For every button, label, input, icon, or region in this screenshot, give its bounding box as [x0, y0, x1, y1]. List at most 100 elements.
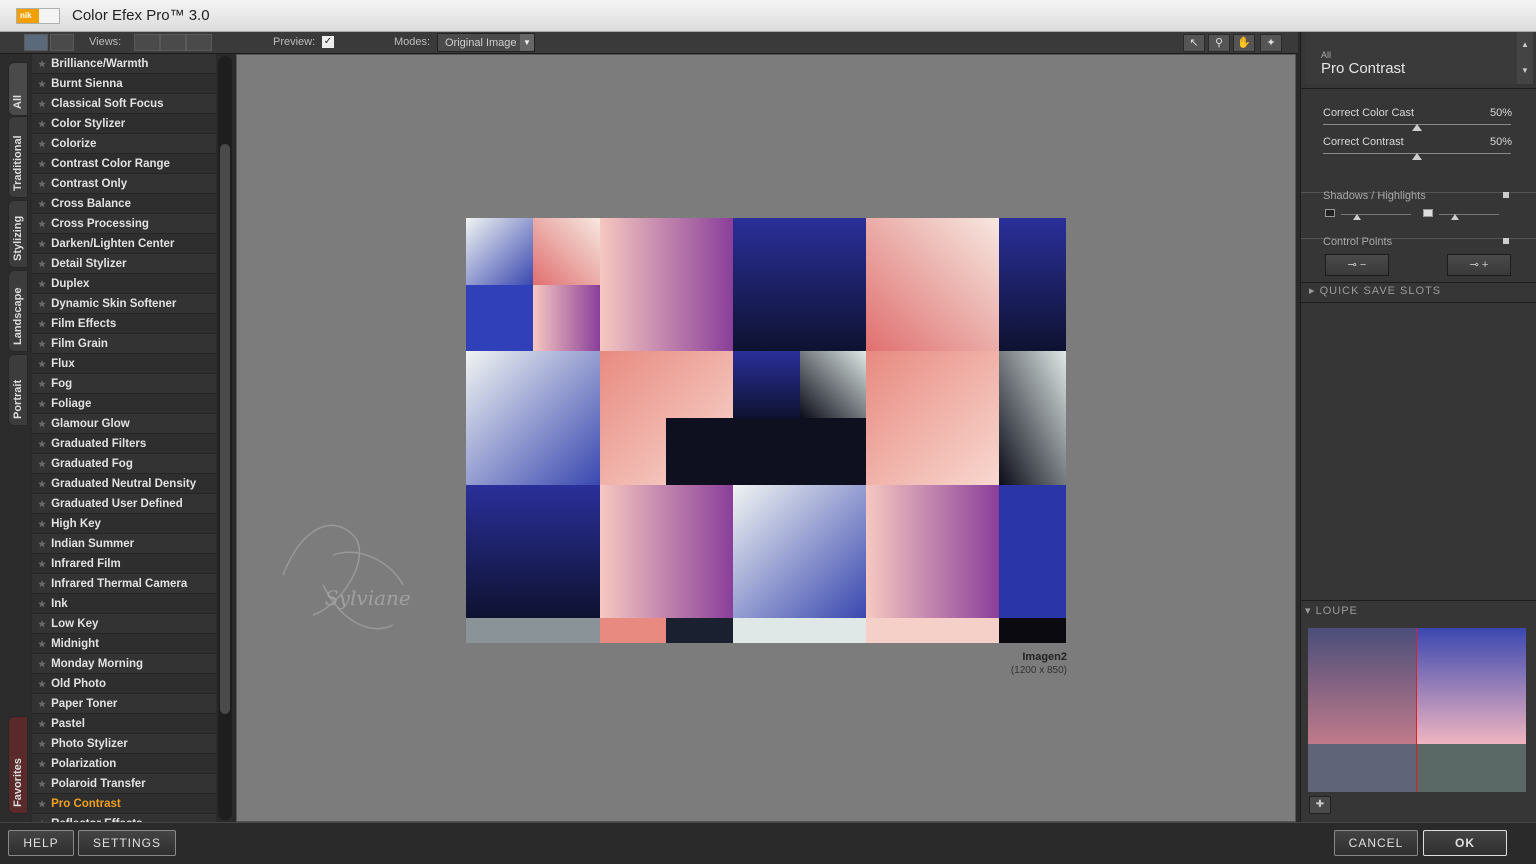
slider-knob-contrast[interactable]: [1412, 153, 1422, 160]
list-view-icon[interactable]: [50, 34, 74, 51]
view-single-button[interactable]: [134, 34, 160, 51]
star-icon[interactable]: ★: [38, 179, 46, 189]
filter-item[interactable]: ★ Fog: [32, 374, 216, 394]
star-icon[interactable]: ★: [38, 439, 46, 449]
filter-list-scrollbar[interactable]: [218, 56, 232, 820]
filter-item[interactable]: ★ Graduated Fog: [32, 454, 216, 474]
star-icon[interactable]: ★: [38, 359, 46, 369]
star-icon[interactable]: ★: [38, 299, 46, 309]
hand-icon[interactable]: ✋: [1233, 34, 1255, 52]
star-icon[interactable]: ★: [38, 239, 46, 249]
star-icon[interactable]: ★: [38, 619, 46, 629]
modes-select[interactable]: Original Image ▼: [437, 33, 535, 52]
filter-item[interactable]: ★ Paper Toner: [32, 694, 216, 714]
star-icon[interactable]: ★: [38, 79, 46, 89]
expand-control-points-icon[interactable]: [1503, 238, 1509, 244]
filter-item[interactable]: ★ Dynamic Skin Softener: [32, 294, 216, 314]
star-icon[interactable]: ★: [38, 379, 46, 389]
filter-item[interactable]: ★ Photo Stylizer: [32, 734, 216, 754]
filter-item[interactable]: ★ Brilliance/Warmth: [32, 54, 216, 74]
control-points-heading[interactable]: Control Points: [1323, 236, 1392, 248]
filter-item[interactable]: ★ Monday Morning: [32, 654, 216, 674]
star-icon[interactable]: ★: [38, 139, 46, 149]
star-icon[interactable]: ★: [38, 419, 46, 429]
star-icon[interactable]: ★: [38, 319, 46, 329]
preview-image[interactable]: [466, 218, 1066, 643]
star-icon[interactable]: ★: [38, 659, 46, 669]
add-control-point-button[interactable]: ⊸ +: [1447, 254, 1511, 276]
filter-item[interactable]: ★ Infrared Thermal Camera: [32, 574, 216, 594]
filter-item[interactable]: ★ Color Stylizer: [32, 114, 216, 134]
highlights-slider-knob[interactable]: [1451, 214, 1459, 220]
star-icon[interactable]: ★: [38, 459, 46, 469]
star-icon[interactable]: ★: [38, 539, 46, 549]
filter-item[interactable]: ★ Graduated User Defined: [32, 494, 216, 514]
filter-item[interactable]: ★ Pastel: [32, 714, 216, 734]
star-icon[interactable]: ★: [38, 699, 46, 709]
filter-item[interactable]: ★ Burnt Sienna: [32, 74, 216, 94]
star-icon[interactable]: ★: [38, 559, 46, 569]
shadows-slider-knob[interactable]: [1353, 214, 1361, 220]
star-icon[interactable]: ★: [38, 719, 46, 729]
filter-item[interactable]: ★ Polaroid Transfer: [32, 774, 216, 794]
filter-item[interactable]: ★ Cross Processing: [32, 214, 216, 234]
filter-item[interactable]: ★ Graduated Filters: [32, 434, 216, 454]
loupe-heading[interactable]: ▾ LOUPE: [1305, 604, 1358, 617]
chevron-down-icon[interactable]: ▼: [1517, 58, 1533, 84]
star-icon[interactable]: ★: [38, 339, 46, 349]
star-icon[interactable]: ★: [38, 739, 46, 749]
star-icon[interactable]: ★: [38, 599, 46, 609]
star-icon[interactable]: ★: [38, 219, 46, 229]
filter-item[interactable]: ★ Midnight: [32, 634, 216, 654]
tab-traditional[interactable]: Traditional: [8, 116, 28, 198]
star-icon[interactable]: ★: [38, 779, 46, 789]
filter-item[interactable]: ★ Polarization: [32, 754, 216, 774]
preview-checkbox[interactable]: ✓: [322, 36, 334, 48]
single-view-icon[interactable]: [24, 34, 48, 51]
filter-item[interactable]: ★ Contrast Only: [32, 174, 216, 194]
pointer-icon[interactable]: ↖: [1183, 34, 1205, 52]
tab-all[interactable]: All: [8, 62, 28, 116]
filter-item[interactable]: ★ Flux: [32, 354, 216, 374]
filter-item[interactable]: ★ Old Photo: [32, 674, 216, 694]
scrollbar-thumb[interactable]: [220, 144, 230, 714]
star-icon[interactable]: ★: [38, 519, 46, 529]
filter-item[interactable]: ★ High Key: [32, 514, 216, 534]
filter-item[interactable]: ★ Colorize: [32, 134, 216, 154]
star-icon[interactable]: ★: [38, 499, 46, 509]
filter-item[interactable]: ★ Detail Stylizer: [32, 254, 216, 274]
star-icon[interactable]: ★: [38, 579, 46, 589]
filter-item[interactable]: ★ Ink: [32, 594, 216, 614]
filter-selector[interactable]: All Pro Contrast: [1305, 32, 1517, 84]
tab-favorites[interactable]: Favorites: [8, 716, 28, 814]
slider-knob-color-cast[interactable]: [1412, 124, 1422, 131]
tab-landscape[interactable]: Landscape: [8, 270, 28, 352]
star-icon[interactable]: ★: [38, 159, 46, 169]
lightbulb-icon[interactable]: ✦: [1260, 34, 1282, 52]
star-icon[interactable]: ★: [38, 679, 46, 689]
loupe-preview[interactable]: [1308, 628, 1526, 792]
filter-item[interactable]: ★ Low Key: [32, 614, 216, 634]
tab-portrait[interactable]: Portrait: [8, 354, 28, 426]
filter-item[interactable]: ★ Darken/Lighten Center: [32, 234, 216, 254]
expand-shadows-icon[interactable]: [1503, 192, 1509, 198]
pin-icon[interactable]: ✚: [1309, 796, 1331, 814]
filter-item[interactable]: ★ Duplex: [32, 274, 216, 294]
filter-item[interactable]: ★ Indian Summer: [32, 534, 216, 554]
star-icon[interactable]: ★: [38, 399, 46, 409]
star-icon[interactable]: ★: [38, 59, 46, 69]
cancel-button[interactable]: CANCEL: [1334, 830, 1418, 856]
star-icon[interactable]: ★: [38, 759, 46, 769]
filter-item[interactable]: ★ Classical Soft Focus: [32, 94, 216, 114]
zoom-icon[interactable]: ⚲: [1208, 34, 1230, 52]
filter-item[interactable]: ★ Infrared Film: [32, 554, 216, 574]
quick-save-slots-heading[interactable]: ▸ QUICK SAVE SLOTS: [1309, 284, 1441, 297]
star-icon[interactable]: ★: [38, 279, 46, 289]
filter-item[interactable]: ★ Film Effects: [32, 314, 216, 334]
filter-item[interactable]: ★ Graduated Neutral Density: [32, 474, 216, 494]
shadows-highlights-heading[interactable]: Shadows / Highlights: [1323, 190, 1426, 202]
remove-control-point-button[interactable]: ⊸ −: [1325, 254, 1389, 276]
star-icon[interactable]: ★: [38, 799, 46, 809]
filter-item[interactable]: ★ Film Grain: [32, 334, 216, 354]
star-icon[interactable]: ★: [38, 479, 46, 489]
